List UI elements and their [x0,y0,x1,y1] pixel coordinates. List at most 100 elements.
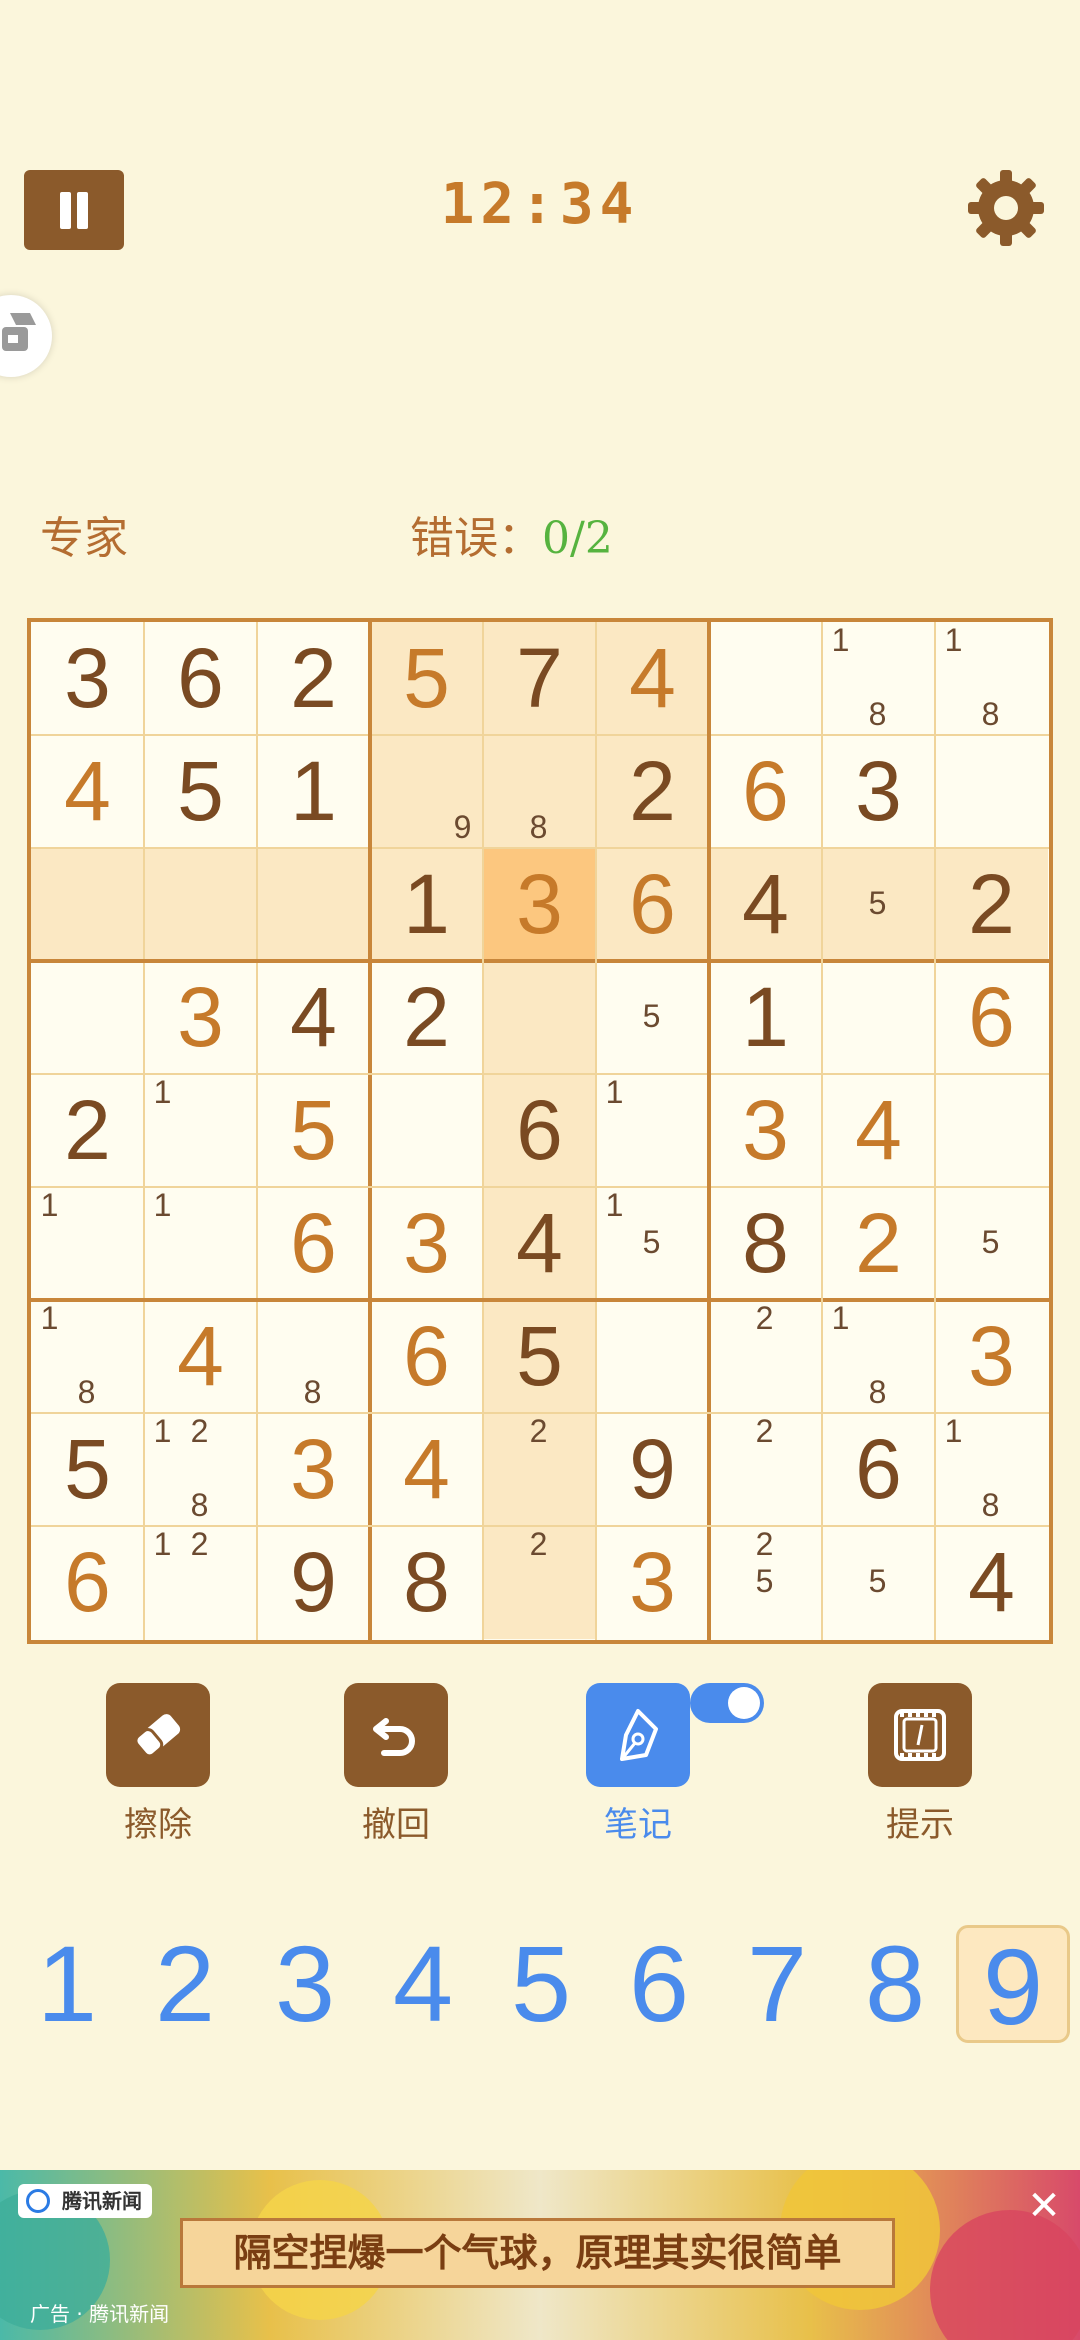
board-cell[interactable] [483,961,596,1074]
board-cell[interactable]: 5 [596,961,709,1074]
board-cell[interactable]: 5 [31,1413,144,1526]
board-cell[interactable]: 4 [596,622,709,735]
board-cell[interactable]: 6 [370,1300,483,1413]
board-cell[interactable]: 6 [483,1074,596,1187]
board-cell[interactable]: 3 [144,961,257,1074]
board-cell[interactable]: 4 [709,848,822,961]
board-cell[interactable]: 2 [370,961,483,1074]
board-cell[interactable]: 4 [144,1300,257,1413]
board-cell[interactable] [31,961,144,1074]
board-cell[interactable]: 2 [709,1413,822,1526]
board-cell[interactable]: 5 [935,1187,1048,1300]
board-cell[interactable]: 8 [370,1526,483,1639]
board-cell[interactable]: 2 [935,848,1048,961]
board-cell[interactable]: 3 [483,848,596,961]
board-cell[interactable]: 3 [822,735,935,848]
board-cell[interactable]: 3 [257,1413,370,1526]
board-cell[interactable]: 18 [935,1413,1048,1526]
board-cell[interactable]: 9 [370,735,483,848]
ad-headline[interactable]: 隔空捏爆一个气球，原理其实很简单 [180,2218,895,2288]
board-cell[interactable]: 6 [31,1526,144,1639]
board-cell[interactable]: 5 [370,622,483,735]
board-cell[interactable]: 4 [370,1413,483,1526]
board-cell[interactable]: 4 [483,1187,596,1300]
board-cell[interactable]: 6 [596,848,709,961]
board-cell[interactable]: 4 [822,1074,935,1187]
board-cell[interactable]: 15 [596,1187,709,1300]
number-button-4[interactable]: 4 [366,1925,480,2043]
settings-gear-icon[interactable] [964,166,1048,250]
board-cell[interactable]: 8 [483,735,596,848]
board-cell[interactable]: 3 [370,1187,483,1300]
board-cell[interactable]: 5 [144,735,257,848]
board-cell[interactable]: 1 [144,1187,257,1300]
board-cell[interactable]: 1 [596,1074,709,1187]
board-cell[interactable]: 6 [257,1187,370,1300]
board-cell[interactable] [144,848,257,961]
notes-button[interactable]: 笔记 [586,1683,690,1846]
board-cell[interactable]: 6 [709,735,822,848]
hint-button[interactable]: 提示 [868,1683,972,1846]
ad-close-icon[interactable]: ✕ [1024,2186,1064,2226]
number-button-2[interactable]: 2 [128,1925,242,2043]
board-cell[interactable]: 1 [144,1074,257,1187]
board-cell[interactable]: 5 [822,1526,935,1639]
board-cell[interactable]: 12 8 [144,1413,257,1526]
board-cell[interactable] [709,622,822,735]
number-button-1[interactable]: 1 [10,1925,124,2043]
number-button-8[interactable]: 8 [838,1925,952,2043]
board-cell[interactable]: 2 [483,1413,596,1526]
board-cell[interactable]: 18 [31,1300,144,1413]
number-button-7[interactable]: 7 [720,1925,834,2043]
board-cell[interactable]: 3 [935,1300,1048,1413]
number-button-6[interactable]: 6 [602,1925,716,2043]
board-cell[interactable]: 18 [935,622,1048,735]
board-cell[interactable]: 1 [370,848,483,961]
board-cell[interactable]: 6 [822,1413,935,1526]
board-cell[interactable]: 12 [144,1526,257,1639]
board-cell[interactable] [935,1074,1048,1187]
board-cell[interactable]: 3 [709,1074,822,1187]
board-cell[interactable]: 6 [935,961,1048,1074]
board-cell[interactable]: 6 [144,622,257,735]
board-cell[interactable]: 4 [31,735,144,848]
notes-toggle[interactable] [690,1683,764,1723]
board-cell[interactable]: 1 [257,735,370,848]
board-cell[interactable]: 2 [31,1074,144,1187]
board-cell[interactable]: 18 [822,622,935,735]
board-cell[interactable]: 8 [709,1187,822,1300]
board-cell[interactable]: 2 [822,1187,935,1300]
board-cell[interactable] [822,961,935,1074]
board-cell[interactable]: 4 [257,961,370,1074]
board-cell[interactable]: 2 [257,622,370,735]
erase-button[interactable]: 擦除 [106,1683,210,1846]
board-cell[interactable] [596,1300,709,1413]
board-cell[interactable]: 1 [31,1187,144,1300]
board-cell[interactable]: 3 [596,1526,709,1639]
board-cell[interactable] [370,1074,483,1187]
board-cell[interactable]: 2 [483,1526,596,1639]
undo-button[interactable]: 撤回 [344,1683,448,1846]
board-cell[interactable]: 18 [822,1300,935,1413]
board-cell[interactable]: 4 [935,1526,1048,1639]
board-cell[interactable]: 8 [257,1300,370,1413]
board-cell[interactable]: 9 [257,1526,370,1639]
board-cell[interactable] [935,735,1048,848]
board-cell[interactable]: 25 [709,1526,822,1639]
ad-banner[interactable]: 腾讯新闻 隔空捏爆一个气球，原理其实很简单 广告 · 腾讯新闻 ✕ [0,2170,1080,2340]
board-cell[interactable]: 3 [31,622,144,735]
board-cell[interactable]: 5 [483,1300,596,1413]
board-cell[interactable]: 2 [596,735,709,848]
number-button-5[interactable]: 5 [484,1925,598,2043]
board-cell[interactable] [31,848,144,961]
side-shortcut-icon[interactable] [0,295,52,377]
board-cell[interactable]: 7 [483,622,596,735]
board-cell[interactable] [257,848,370,961]
board-cell[interactable]: 5 [257,1074,370,1187]
number-button-3[interactable]: 3 [248,1925,362,2043]
board-cell[interactable]: 2 [709,1300,822,1413]
number-button-9[interactable]: 9 [956,1925,1070,2046]
board-cell[interactable]: 5 [822,848,935,961]
board-cell[interactable]: 9 [596,1413,709,1526]
board-cell[interactable]: 1 [709,961,822,1074]
